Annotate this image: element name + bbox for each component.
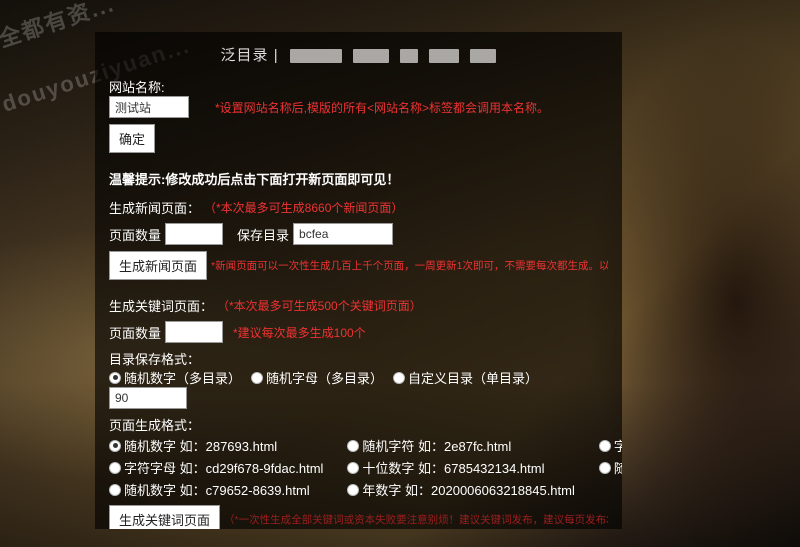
dirfmt-option-random-letter[interactable]: 随机字母（多目录）: [251, 368, 383, 387]
news-section-hint: （*本次最多可生成8660个新闻页面）: [204, 199, 403, 216]
radio-icon: [109, 484, 121, 496]
pagefmt-grid: 随机数字 如：287693.html 随机字符 如：2e87fc.html 字母…: [109, 436, 608, 499]
gen-keyword-button[interactable]: 生成关键词页面: [109, 505, 220, 529]
radio-icon: [347, 440, 359, 452]
site-name-hint: *设置网站名称后,模版的所有<网站名称>标签都会调用本名称。: [215, 99, 549, 116]
radio-icon: [109, 372, 121, 384]
kw-section-hint: （*本次最多可生成500个关键词页面）: [217, 297, 422, 314]
news-dir-input[interactable]: [293, 223, 393, 245]
pagefmt-option-6[interactable]: 随机数字 如：c79652-8639.html: [109, 480, 323, 499]
radio-icon: [109, 440, 121, 452]
tip-text: 温馨提示:修改成功后点击下面打开新页面即可见！: [109, 169, 608, 188]
dirfmt-custom-input[interactable]: [109, 387, 187, 409]
pagefmt-option-5[interactable]: 随机字母 如：afcbee.html: [599, 458, 622, 477]
pagefmt-label: 页面生成格式：: [109, 415, 608, 434]
radio-icon: [109, 462, 121, 474]
dirfmt-option-random-number[interactable]: 随机数字（多目录）: [109, 368, 241, 387]
site-name-input[interactable]: [109, 96, 189, 118]
pagefmt-option-7[interactable]: 年数字 如：2020006063218845.html: [347, 480, 574, 499]
pagefmt-option-4[interactable]: 十位数字 如：6785432134.html: [347, 458, 574, 477]
radio-icon: [599, 462, 611, 474]
config-panel: 泛目录 | 网站名称: *设置网站名称后,模版的所有<网站名称>标签都会调用本名…: [95, 32, 622, 529]
radio-icon: [347, 484, 359, 496]
pagefmt-option-1[interactable]: 随机字符 如：2e87fc.html: [347, 436, 574, 455]
dirfmt-option-custom[interactable]: 自定义目录（单目录）: [393, 368, 538, 387]
gen-news-hint: *新闻页面可以一次性生成几百上千个页面，一周更新1次即可，不需要每次都生成。以后…: [211, 258, 608, 273]
news-section-label: 生成新闻页面：: [109, 198, 200, 217]
news-dir-label: 保存目录: [237, 225, 289, 244]
news-count-label: 页面数量: [109, 225, 161, 244]
kw-count-hint: *建议每次最多生成100个: [233, 324, 366, 341]
confirm-button[interactable]: 确定: [109, 124, 155, 153]
dirfmt-label: 目录保存格式：: [109, 349, 608, 368]
kw-count-input[interactable]: [165, 321, 223, 343]
radio-icon: [347, 462, 359, 474]
radio-icon: [393, 372, 405, 384]
pagefmt-option-3[interactable]: 字符字母 如：cd29f678-9fdac.html: [109, 458, 323, 477]
news-count-input[interactable]: [165, 223, 223, 245]
pagefmt-option-2[interactable]: 字母数字 如：bdfec-9863.html: [599, 436, 622, 455]
site-name-label: 网站名称:: [109, 77, 608, 96]
radio-icon: [251, 372, 263, 384]
kw-section-label: 生成关键词页面：: [109, 296, 213, 315]
gen-news-button[interactable]: 生成新闻页面: [109, 251, 207, 280]
page-title: 泛目录 |: [109, 44, 608, 65]
pagefmt-option-0[interactable]: 随机数字 如：287693.html: [109, 436, 323, 455]
radio-icon: [599, 440, 611, 452]
kw-count-label: 页面数量: [109, 323, 161, 342]
gen-keyword-hint: （*一次性生成全部关键词或资本失败要注意别烦！建议关键词发布，建议每页发布3次【…: [224, 512, 608, 527]
